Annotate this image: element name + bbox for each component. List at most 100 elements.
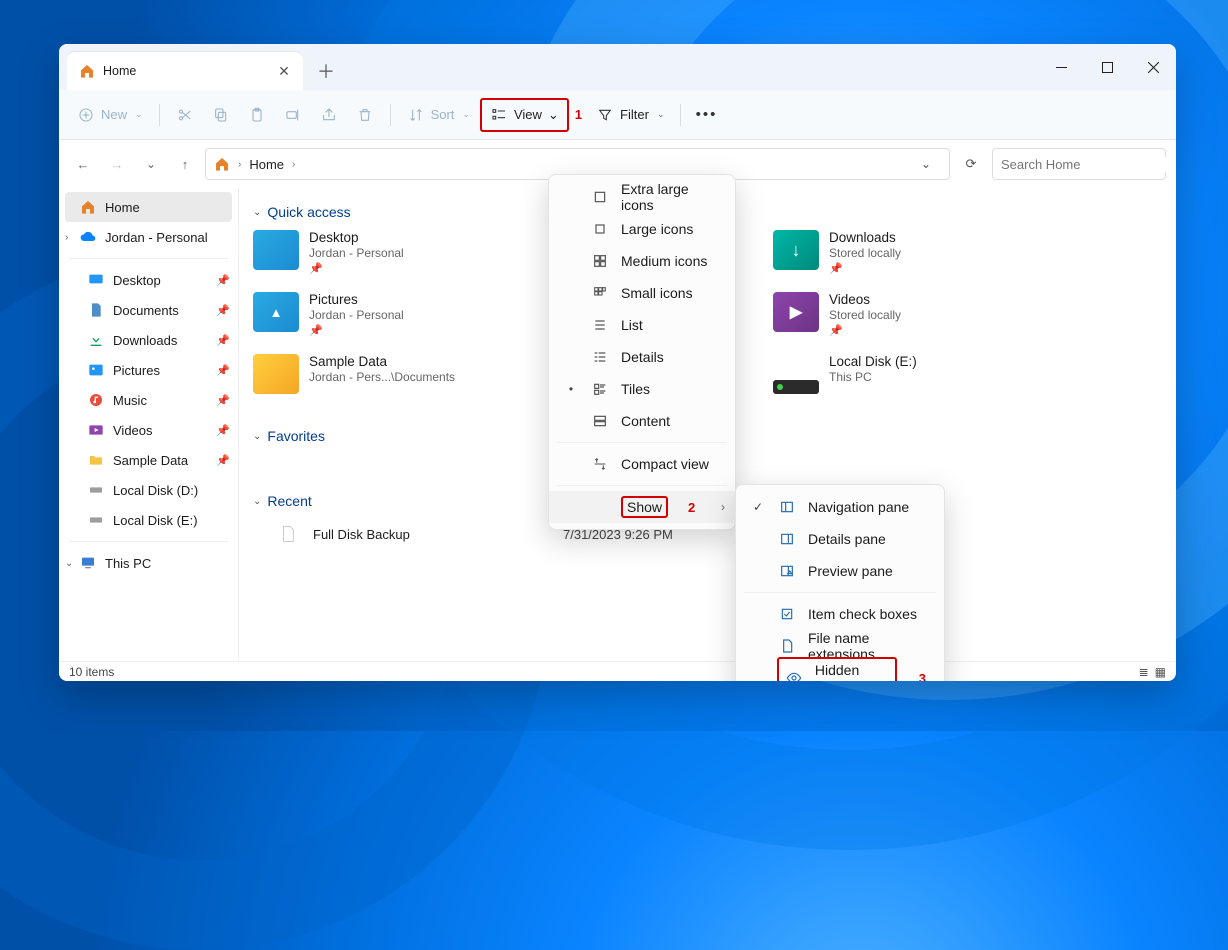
eye-icon <box>785 669 803 681</box>
search-box[interactable]: 🔍 <box>992 148 1166 180</box>
annotation-box-2: Show <box>621 496 668 518</box>
new-tab-button[interactable]: ＋ <box>303 52 349 90</box>
show-submenu: ✓Navigation pane Details pane Preview pa… <box>735 484 945 681</box>
pin-icon: 📌 <box>216 334 230 347</box>
menu-item-list[interactable]: List <box>549 309 735 341</box>
pc-icon <box>79 554 97 572</box>
window-controls <box>1038 44 1176 90</box>
menu-item-details-pane[interactable]: Details pane <box>736 523 944 555</box>
plus-circle-icon <box>77 106 95 124</box>
sidebar-item-local-e[interactable]: Local Disk (E:) <box>59 505 238 535</box>
rename-button[interactable] <box>276 98 310 132</box>
clipboard-icon <box>248 106 266 124</box>
sidebar-item-documents[interactable]: Documents📌 <box>59 295 238 325</box>
thumbnails-view-toggle[interactable]: ▦ <box>1155 665 1166 679</box>
qa-item-sample[interactable]: Sample DataJordan - Pers...\Documents <box>253 354 473 410</box>
refresh-button[interactable]: ⟳ <box>956 148 986 180</box>
menu-item-content[interactable]: Content <box>549 405 735 437</box>
close-tab-icon[interactable]: ✕ <box>277 63 291 80</box>
menu-item-compact[interactable]: Compact view <box>549 448 735 480</box>
search-input[interactable] <box>1001 157 1176 172</box>
sidebar-item-local-d[interactable]: Local Disk (D:) <box>59 475 238 505</box>
qa-item-downloads[interactable]: DownloadsStored locally📌 <box>773 230 993 286</box>
menu-item-xl-icons[interactable]: Extra large icons <box>549 181 735 213</box>
filter-label: Filter <box>620 107 649 122</box>
tab-title: Home <box>103 64 277 78</box>
compact-icon <box>591 455 609 473</box>
sidebar-label: Jordan - Personal <box>105 230 208 245</box>
filter-button[interactable]: Filter ⌄ <box>588 98 672 132</box>
scissors-icon <box>176 106 194 124</box>
sidebar-item-onedrive[interactable]: › Jordan - Personal <box>59 222 238 252</box>
toolbar: New ⌄ Sort ⌄ View ⌄ 1 Filter ⌄ <box>59 90 1176 140</box>
drive-icon <box>87 511 105 529</box>
sidebar-item-sampledata[interactable]: Sample Data📌 <box>59 445 238 475</box>
menu-item-lg-icons[interactable]: Large icons <box>549 213 735 245</box>
list-icon <box>591 316 609 334</box>
menu-item-tiles[interactable]: •Tiles <box>549 373 735 405</box>
maximize-button[interactable] <box>1084 44 1130 90</box>
menu-item-md-icons[interactable]: Medium icons <box>549 245 735 277</box>
copy-button[interactable] <box>204 98 238 132</box>
qa-item-pictures[interactable]: ▲ PicturesJordan - Personal📌 <box>253 292 473 348</box>
window-close-button[interactable] <box>1130 44 1176 90</box>
tab-home[interactable]: Home ✕ <box>67 52 303 90</box>
paste-button[interactable] <box>240 98 274 132</box>
qa-item-desktop[interactable]: DesktopJordan - Personal📌 <box>253 230 473 286</box>
menu-item-preview-pane[interactable]: Preview pane <box>736 555 944 587</box>
menu-item-hidden[interactable]: Hidden items 3 <box>736 662 944 681</box>
cut-button[interactable] <box>168 98 202 132</box>
menu-item-checkboxes[interactable]: Item check boxes <box>736 598 944 630</box>
chevron-right-icon[interactable]: › <box>65 232 68 243</box>
menu-item-show[interactable]: Show 2 › <box>549 491 735 523</box>
pin-icon: 📌 <box>309 324 404 337</box>
ellipsis-icon: ••• <box>697 106 715 124</box>
annotation-1: 1 <box>575 107 582 122</box>
sidebar-label: Downloads <box>113 333 177 348</box>
details-view-toggle[interactable]: ≣ <box>1139 665 1149 679</box>
navigation-pane: Home › Jordan - Personal Desktop 📌 Docume… <box>59 188 239 661</box>
qa-item-local-e[interactable]: Local Disk (E:)This PC <box>773 354 993 410</box>
breadcrumb-sep: › <box>290 159 297 170</box>
sidebar-label: Desktop <box>113 273 161 288</box>
pin-icon: 📌 <box>216 274 230 287</box>
download-icon <box>87 331 105 349</box>
menu-item-details[interactable]: Details <box>549 341 735 373</box>
more-button[interactable]: ••• <box>689 98 723 132</box>
recent-locations-button[interactable]: ⌄ <box>137 150 165 178</box>
view-button[interactable]: View ⌄ <box>484 100 565 130</box>
sort-button[interactable]: Sort ⌄ <box>399 98 478 132</box>
menu-item-sm-icons[interactable]: Small icons <box>549 277 735 309</box>
back-button[interactable]: ← <box>69 150 97 178</box>
view-menu: Extra large icons Large icons Medium ico… <box>548 174 736 530</box>
checkbox-icon <box>778 605 796 623</box>
downloads-folder-icon <box>773 230 819 270</box>
qa-item-videos[interactable]: VideosStored locally📌 <box>773 292 993 348</box>
address-dropdown[interactable]: ⌄ <box>911 148 941 180</box>
home-icon <box>79 63 95 79</box>
sidebar-item-home[interactable]: Home <box>65 192 232 222</box>
chevron-down-icon: ⌄ <box>135 109 143 120</box>
sidebar-label: Sample Data <box>113 453 188 468</box>
file-icon <box>778 637 796 655</box>
menu-item-nav-pane[interactable]: ✓Navigation pane <box>736 491 944 523</box>
annotation-3: 3 <box>919 671 926 682</box>
pane-icon <box>778 530 796 548</box>
annotation-box-3: Hidden items <box>777 657 897 681</box>
sidebar-item-music[interactable]: Music📌 <box>59 385 238 415</box>
forward-button[interactable]: → <box>103 150 131 178</box>
sidebar-item-pictures[interactable]: Pictures📌 <box>59 355 238 385</box>
sidebar-item-desktop[interactable]: Desktop 📌 <box>59 265 238 295</box>
sidebar-item-thispc[interactable]: ⌄ This PC <box>59 548 238 578</box>
up-button[interactable]: ↑ <box>171 150 199 178</box>
grid-icon <box>591 220 609 238</box>
share-button[interactable] <box>312 98 346 132</box>
new-button[interactable]: New ⌄ <box>69 98 151 132</box>
delete-button[interactable] <box>348 98 382 132</box>
chevron-down-icon[interactable]: ⌄ <box>65 558 73 569</box>
details-icon <box>591 348 609 366</box>
minimize-button[interactable] <box>1038 44 1084 90</box>
sidebar-item-downloads[interactable]: Downloads 📌 <box>59 325 238 355</box>
breadcrumb-home[interactable]: Home <box>249 157 284 172</box>
sidebar-item-videos[interactable]: Videos📌 <box>59 415 238 445</box>
